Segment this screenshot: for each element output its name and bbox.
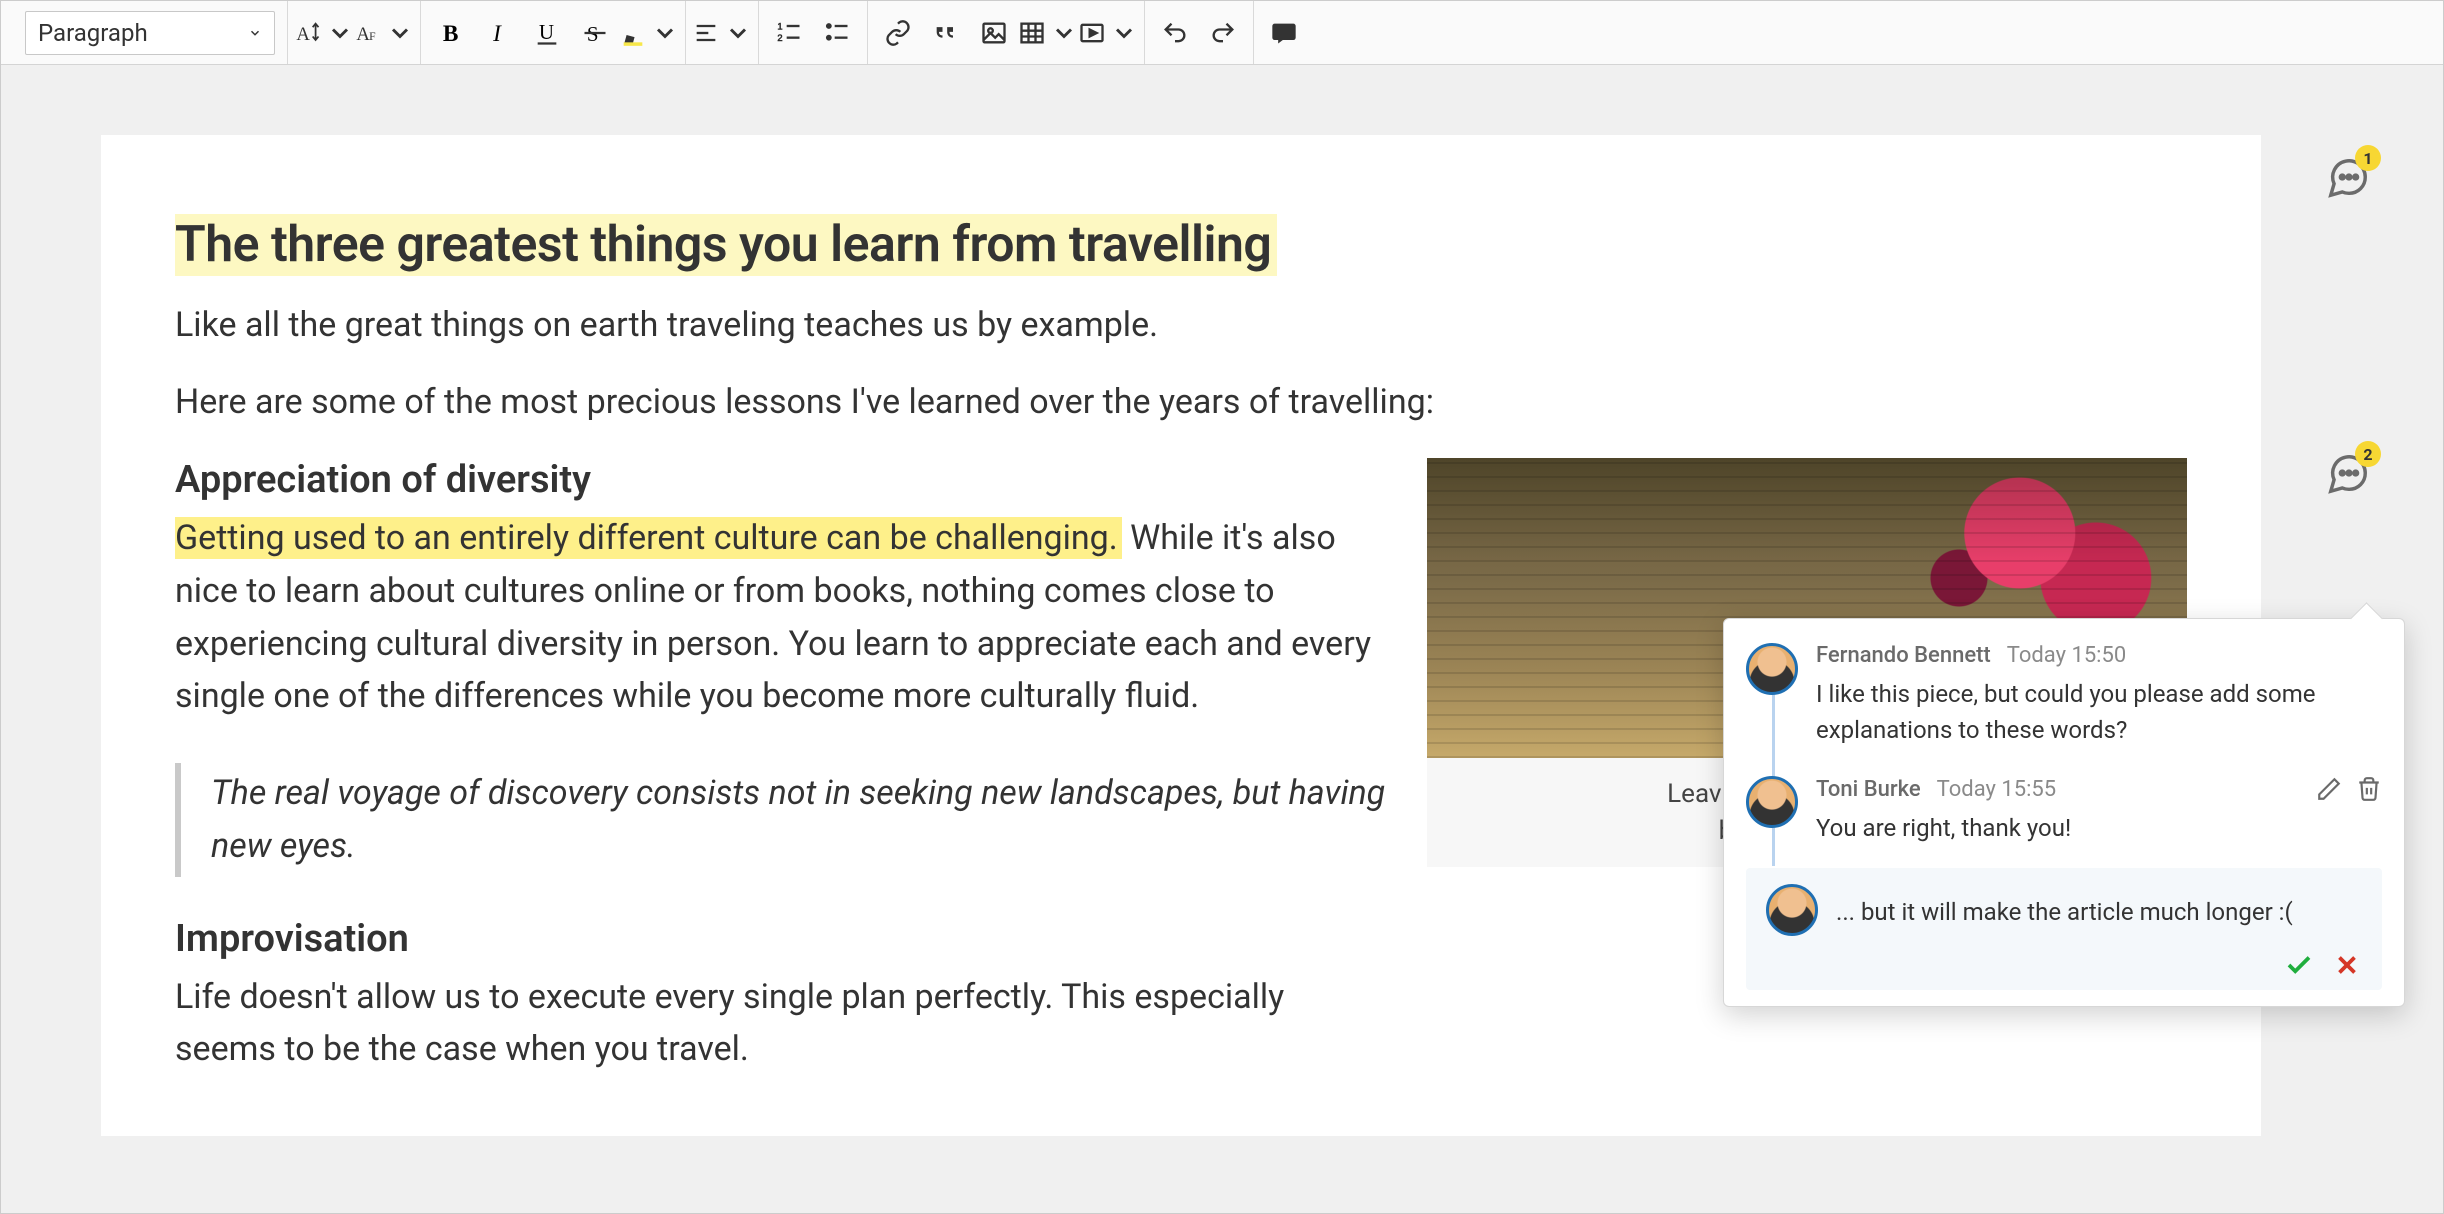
chevron-down-icon [386, 19, 414, 47]
svg-text:1: 1 [777, 21, 782, 31]
chevron-down-icon [248, 26, 262, 40]
comment-time: Today 15:50 [2007, 643, 2126, 668]
svg-text:U: U [539, 19, 554, 43]
media-button[interactable] [1078, 9, 1138, 57]
table-icon [1018, 19, 1046, 47]
image-button[interactable] [970, 9, 1018, 57]
section-1-heading[interactable]: Appreciation of diversity [175, 458, 1387, 502]
section-1-highlight: Getting used to an entirely different cu… [175, 517, 1122, 559]
italic-button[interactable]: I [475, 9, 523, 57]
svg-text:I: I [492, 21, 502, 47]
underline-icon: U [533, 19, 561, 47]
section-1-body[interactable]: Getting used to an entirely different cu… [175, 512, 1387, 723]
avatar [1766, 884, 1818, 936]
intro-paragraph[interactable]: Here are some of the most precious lesso… [175, 376, 2187, 429]
highlight-button[interactable] [619, 9, 679, 57]
blockquote-button[interactable] [922, 9, 970, 57]
italic-icon: I [485, 19, 513, 47]
comment-item: Toni Burke Today 15:55 You are right, th… [1746, 766, 2382, 864]
bullet-list-button[interactable] [813, 9, 861, 57]
bold-button[interactable]: B [427, 9, 475, 57]
section-1-text[interactable]: Appreciation of diversity Getting used t… [175, 458, 1387, 1076]
reply-input[interactable]: ... but it will make the article much lo… [1836, 884, 2362, 930]
chevron-down-icon [651, 19, 679, 47]
svg-text:F: F [369, 30, 376, 43]
strikethrough-button[interactable]: S [571, 9, 619, 57]
comment-count-badge: 2 [2355, 441, 2381, 467]
numbered-list-button[interactable]: 12 [765, 9, 813, 57]
add-comment-button[interactable] [1260, 9, 1308, 57]
tb-group-heading: Paragraph [9, 1, 288, 64]
toolbar: Paragraph A AF B I U [1, 1, 2443, 65]
reply-box: ... but it will make the article much lo… [1746, 868, 2382, 990]
comment-icon [1270, 19, 1298, 47]
redo-icon [1209, 19, 1237, 47]
font-family-button[interactable]: AF [354, 9, 414, 57]
title-highlight: The three greatest things you learn from… [175, 214, 1277, 276]
chevron-down-icon [1110, 19, 1138, 47]
undo-button[interactable] [1151, 9, 1199, 57]
avatar [1746, 776, 1798, 828]
comment-item: Fernando Bennett Today 15:50 I like this… [1746, 633, 2382, 766]
strikethrough-icon: S [581, 19, 609, 47]
bullet-list-icon [823, 19, 851, 47]
chevron-down-icon [1050, 19, 1078, 47]
lead-paragraph[interactable]: Like all the great things on earth trave… [175, 299, 2187, 352]
link-button[interactable] [874, 9, 922, 57]
comment-thread: Fernando Bennett Today 15:50 I like this… [1723, 618, 2405, 1007]
numbered-list-icon: 12 [775, 19, 803, 47]
comment-author: Fernando Bennett [1816, 643, 1991, 668]
svg-text:B: B [443, 21, 459, 47]
svg-text:A: A [296, 24, 310, 45]
tb-group-lists: 12 [759, 1, 868, 64]
comment-count-badge: 1 [2355, 145, 2381, 171]
font-size-button[interactable]: A [294, 9, 354, 57]
comment-marker-2[interactable]: 2 [2325, 451, 2371, 497]
underline-button[interactable]: U [523, 9, 571, 57]
tb-group-history [1145, 1, 1254, 64]
section-2-body[interactable]: Life doesn't allow us to execute every s… [175, 971, 1387, 1076]
tb-group-insert [868, 1, 1145, 64]
page-title[interactable]: The three greatest things you learn from… [175, 216, 1277, 274]
heading-select-label: Paragraph [38, 19, 148, 47]
tb-group-align [686, 1, 759, 64]
font-size-icon: A [294, 19, 322, 47]
cancel-icon[interactable] [2332, 950, 2362, 980]
table-button[interactable] [1018, 9, 1078, 57]
app-root: Paragraph A AF B I U [0, 0, 2444, 1214]
delete-icon[interactable] [2356, 776, 2382, 802]
tb-group-fontsize: A AF [288, 1, 421, 64]
submit-icon[interactable] [2284, 950, 2314, 980]
blockquote-icon [932, 19, 960, 47]
comment-author: Toni Burke [1816, 777, 1921, 802]
comment-marker-1[interactable]: 1 [2325, 155, 2371, 201]
chevron-down-icon [724, 19, 752, 47]
blockquote[interactable]: The real voyage of discovery consists no… [175, 763, 1387, 876]
comment-text: You are right, thank you! [1816, 810, 2382, 846]
heading-select[interactable]: Paragraph [25, 11, 275, 55]
avatar [1746, 643, 1798, 695]
comment-header: Fernando Bennett Today 15:50 [1816, 643, 2382, 668]
align-left-icon [692, 19, 720, 47]
link-icon [884, 19, 912, 47]
tb-group-comments [1254, 1, 1314, 64]
edit-icon[interactable] [2316, 776, 2342, 802]
comment-time: Today 15:55 [1937, 777, 2056, 802]
comment-header: Toni Burke Today 15:55 [1816, 776, 2382, 802]
chevron-down-icon [326, 19, 354, 47]
undo-icon [1161, 19, 1189, 47]
section-2-heading[interactable]: Improvisation [175, 917, 1387, 961]
font-family-icon: AF [354, 19, 382, 47]
tb-group-format: B I U S [421, 1, 686, 64]
image-icon [980, 19, 1008, 47]
redo-button[interactable] [1199, 9, 1247, 57]
highlight-icon [619, 19, 647, 47]
workspace: The three greatest things you learn from… [1, 65, 2443, 1213]
bold-icon: B [437, 19, 465, 47]
svg-text:2: 2 [777, 33, 782, 43]
comment-text: I like this piece, but could you please … [1816, 676, 2382, 748]
align-button[interactable] [692, 9, 752, 57]
media-icon [1078, 19, 1106, 47]
